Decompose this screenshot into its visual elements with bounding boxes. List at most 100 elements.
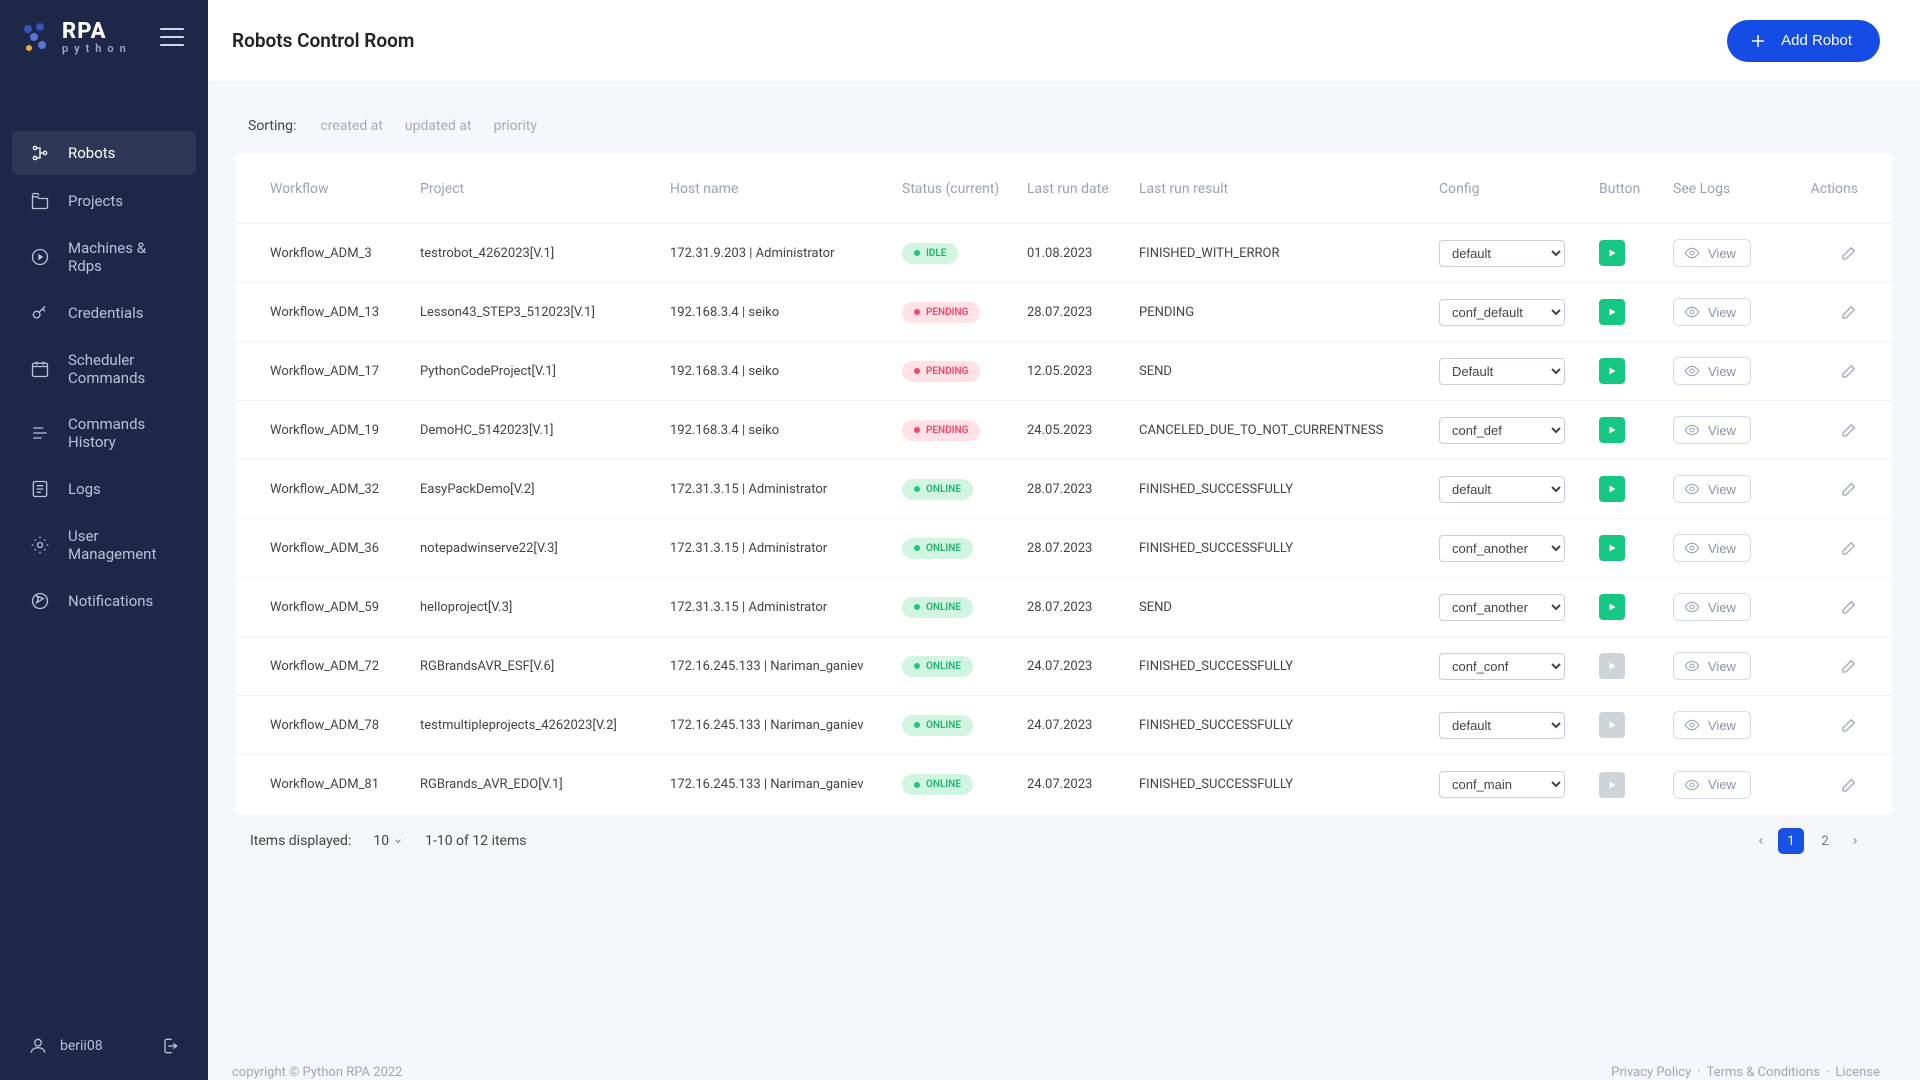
edit-icon[interactable] [1840,480,1858,498]
config-select[interactable]: conf_def [1439,417,1565,444]
run-button [1599,772,1625,798]
sort-option[interactable]: priority [494,118,537,134]
config-select[interactable]: default [1439,712,1565,739]
col-project[interactable]: Project [420,181,670,197]
cell-host: 192.168.3.4 | seiko [670,423,902,438]
table-row: Workflow_ADM_72 RGBrandsAVR_ESF[V.6] 172… [236,637,1892,696]
pager-prev[interactable] [1752,835,1770,847]
col-workflow[interactable]: Workflow [270,181,420,197]
sidebar-item-projects[interactable]: Projects [12,179,196,223]
eye-icon [1684,540,1700,556]
config-select[interactable]: default [1439,476,1565,503]
page-size-select[interactable]: 10 [369,831,407,851]
config-select[interactable]: conf_default [1439,299,1565,326]
sort-option[interactable]: created at [320,118,383,134]
sidebar-item-machines[interactable]: Machines & Rdps [12,227,196,287]
edit-icon[interactable] [1840,776,1858,794]
sidebar-item-credentials[interactable]: Credentials [12,291,196,335]
edit-icon[interactable] [1840,598,1858,616]
config-select[interactable]: conf_another [1439,594,1565,621]
sidebar-item-users[interactable]: User Management [12,515,196,575]
cell-config: conf_main [1439,771,1599,798]
main: Robots Control Room Add Robot Sorting: c… [208,0,1920,1080]
view-logs-button[interactable]: View [1673,416,1751,444]
sidebar-nav: RobotsProjectsMachines & RdpsCredentials… [0,131,208,623]
items-range: 1-10 of 12 items [425,833,526,849]
footer-link[interactable]: Privacy Policy [1611,1065,1691,1080]
edit-icon[interactable] [1840,716,1858,734]
edit-icon[interactable] [1840,244,1858,262]
eye-icon [1684,717,1700,733]
cell-config: conf_another [1439,535,1599,562]
table-row: Workflow_ADM_32 EasyPackDemo[V.2] 172.31… [236,460,1892,519]
view-logs-button[interactable]: View [1673,652,1751,680]
run-button[interactable] [1599,417,1625,443]
config-select[interactable]: conf_conf [1439,653,1565,680]
sidebar-item-robots[interactable]: Robots [12,131,196,175]
cell-status: ONLINE [902,538,1027,559]
status-badge: ONLINE [902,774,973,795]
edit-icon[interactable] [1840,421,1858,439]
status-badge: PENDING [902,361,980,382]
view-logs-button[interactable]: View [1673,239,1751,267]
sidebar-item-notifications[interactable]: Notifications [12,579,196,623]
view-logs-button[interactable]: View [1673,711,1751,739]
sidebar-item-history[interactable]: Commands History [12,403,196,463]
sidebar-item-scheduler[interactable]: Scheduler Commands [12,339,196,399]
pager-next[interactable] [1846,835,1864,847]
cell-project: testmultipleprojects_4262023[V.2] [420,718,670,733]
run-button[interactable] [1599,299,1625,325]
cell-project: PythonCodeProject[V.1] [420,364,670,379]
col-status[interactable]: Status (current) [902,181,1027,197]
view-logs-button[interactable]: View [1673,771,1751,799]
user-block[interactable]: berii08 [28,1036,103,1056]
view-logs-button[interactable]: View [1673,593,1751,621]
config-select[interactable]: default [1439,240,1565,267]
logout-icon[interactable] [160,1036,180,1056]
edit-icon[interactable] [1840,657,1858,675]
sidebar: RPA python RobotsProjectsMachines & Rdps… [0,0,208,1080]
sort-option[interactable]: updated at [405,118,472,134]
cell-last-run-result: FINISHED_SUCCESSFULLY [1139,718,1439,733]
run-button[interactable] [1599,535,1625,561]
run-button[interactable] [1599,240,1625,266]
view-logs-button[interactable]: View [1673,475,1751,503]
col-host[interactable]: Host name [670,181,902,197]
logs-icon [30,479,50,499]
col-last-run-date[interactable]: Last run date [1027,181,1139,197]
config-select[interactable]: Default [1439,358,1565,385]
edit-icon[interactable] [1840,539,1858,557]
cell-last-run-date: 24.05.2023 [1027,423,1139,438]
cell-run [1599,358,1673,384]
config-select[interactable]: conf_another [1439,535,1565,562]
cell-last-run-result: SEND [1139,600,1439,615]
col-see-logs[interactable]: See Logs [1673,181,1794,197]
view-logs-button[interactable]: View [1673,298,1751,326]
hamburger-icon[interactable] [160,28,184,46]
cell-run [1599,476,1673,502]
run-button[interactable] [1599,358,1625,384]
col-button[interactable]: Button [1599,181,1673,197]
view-logs-button[interactable]: View [1673,357,1751,385]
col-config[interactable]: Config [1439,181,1599,197]
sidebar-item-logs[interactable]: Logs [12,467,196,511]
logo-subtext: python [62,43,132,55]
footer-link[interactable]: Terms & Conditions [1707,1065,1820,1080]
sidebar-item-label: Logs [68,480,101,498]
view-logs-button[interactable]: View [1673,534,1751,562]
edit-icon[interactable] [1840,362,1858,380]
status-badge: ONLINE [902,597,973,618]
edit-icon[interactable] [1840,303,1858,321]
pager-page[interactable]: 2 [1812,828,1838,854]
pager-page[interactable]: 1 [1778,828,1804,854]
run-button[interactable] [1599,476,1625,502]
run-button[interactable] [1599,594,1625,620]
col-last-run-result[interactable]: Last run result [1139,181,1439,197]
col-actions[interactable]: Actions [1794,181,1858,197]
user-icon [28,1036,48,1056]
footer-link[interactable]: License [1835,1065,1880,1080]
config-select[interactable]: conf_main [1439,771,1565,798]
play-icon [1606,601,1618,613]
add-robot-button[interactable]: Add Robot [1727,20,1880,62]
logo: RPA python [24,20,132,55]
